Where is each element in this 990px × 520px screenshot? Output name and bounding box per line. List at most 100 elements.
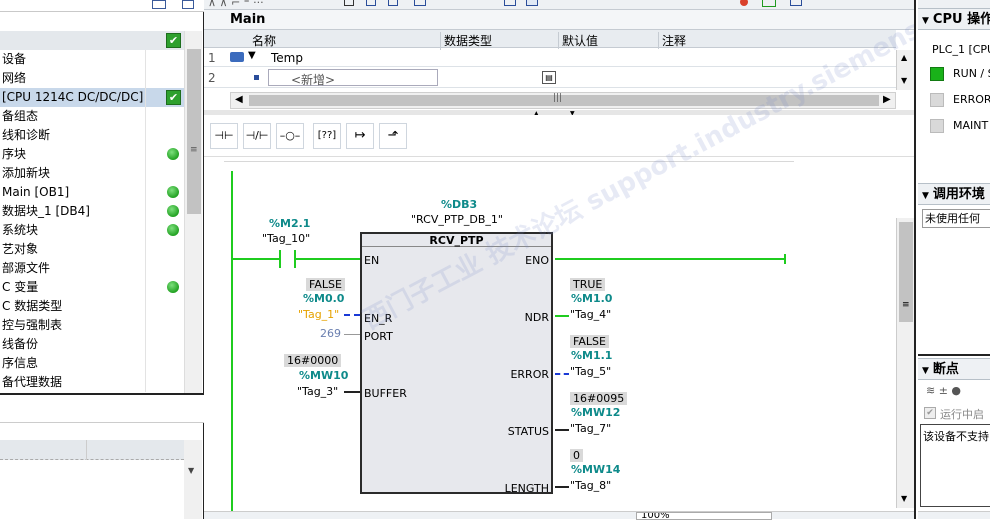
maint-led-icon (930, 119, 944, 133)
tree-status-cell (145, 316, 184, 335)
editor-toolbar: ⊼ ⊼ ⌐ ⁼ ··· (204, 0, 914, 10)
details-view-header (0, 395, 204, 423)
status-ok-icon (167, 205, 179, 217)
scroll-left-icon[interactable]: ◀ (235, 94, 243, 105)
tree-item[interactable]: 系统块 (0, 221, 184, 240)
tree-item[interactable]: 备代理数据 (0, 373, 184, 392)
run-led-icon (930, 67, 944, 81)
toolbar-edit-icon[interactable] (414, 0, 426, 6)
tree-item[interactable]: 部源文件 (0, 259, 184, 278)
interface-hscroll[interactable]: ◀ ||| ▶ (230, 92, 896, 109)
right-top-strip (918, 0, 990, 8)
length-address: %MW14 (571, 463, 621, 476)
toolbar-monitor-icon[interactable] (762, 0, 776, 7)
type-picker-icon[interactable]: ▤ (542, 71, 556, 84)
status-tag[interactable]: "Tag_7" (570, 422, 611, 435)
instance-db-name[interactable]: "RCV_PTP_DB_1" (411, 213, 503, 226)
hscroll-thumb[interactable] (249, 95, 879, 106)
run-check-label: 运行中启 (940, 408, 984, 421)
row-number: 2 (208, 71, 216, 85)
tree-scrollbar-thumb[interactable] (187, 49, 201, 214)
collapse-arrow-icon[interactable]: ▼ (922, 16, 929, 26)
close-branch-icon[interactable]: ⬏ (379, 123, 407, 149)
collapse-arrow-icon[interactable]: ▼ (922, 191, 929, 201)
pin-buffer: BUFFER (364, 387, 407, 400)
tree-status-cell (145, 164, 184, 183)
hscroll-grip-icon: ||| (553, 93, 563, 103)
call-environment-header[interactable]: ▼ 调用环境 (918, 183, 990, 205)
tree-item[interactable]: 线和诊断 (0, 126, 184, 145)
details-scrollbar[interactable]: ▼ (184, 440, 202, 519)
interface-table-header: 名称 数据类型 默认值 注释 (204, 30, 896, 50)
tree-item[interactable]: 控与强制表 (0, 316, 184, 335)
cpu-operator-panel-header[interactable]: ▼ CPU 操作 (918, 8, 990, 30)
canvas-vscroll[interactable]: ≡ ▼ (896, 218, 914, 508)
tree-item[interactable]: 线备份 (0, 335, 184, 354)
toolbar-icons-left[interactable]: ⊼ ⊼ ⌐ ⁼ ··· (208, 0, 264, 9)
tree-item[interactable]: 设备 (0, 50, 184, 69)
tree-item-label: 网络 (2, 71, 27, 85)
expand-arrow-icon[interactable]: ▼ (248, 50, 256, 61)
tree-item[interactable]: 网络 (0, 69, 184, 88)
toolbar-misc-icon[interactable] (790, 0, 802, 6)
tree-item[interactable]: 序块 (0, 145, 184, 164)
status-ok-icon (167, 224, 179, 236)
tree-item-label: C 数据类型 (2, 299, 63, 313)
en-r-tag[interactable]: "Tag_1" (298, 308, 339, 321)
tree-item[interactable]: [CPU 1214C DC/DC/DC] ✔ (0, 88, 184, 107)
scroll-down-icon[interactable]: ▼ (901, 494, 907, 503)
tree-item[interactable]: 序信息 (0, 354, 184, 373)
coil-icon[interactable]: –○– (276, 123, 304, 149)
new-entry-field[interactable]: <新增> (268, 69, 438, 87)
no-contact-icon[interactable]: ⊣⊢ (210, 123, 238, 149)
toolbar-view-icon[interactable] (504, 0, 516, 6)
interface-vscroll[interactable]: ▲ ▼ (896, 50, 914, 90)
interface-title-bar: Main (204, 10, 914, 30)
tree-item[interactable]: 艺对象 (0, 240, 184, 259)
status-ok-icon (167, 148, 179, 160)
tree-item-label: 系统块 (2, 223, 39, 237)
length-tag[interactable]: "Tag_8" (570, 479, 611, 492)
interface-row[interactable]: 2 <新增> ▤ (204, 67, 896, 88)
tree-item[interactable]: 添加新块 (0, 164, 184, 183)
interface-row[interactable]: 1 ▼ Temp (204, 48, 896, 67)
tree-view-icon[interactable] (152, 0, 166, 9)
toolbar-compare-icon[interactable] (526, 0, 538, 6)
pin-en-r: EN_R (364, 312, 393, 325)
collapse-arrow-icon[interactable]: ▼ (922, 366, 929, 376)
tree-item[interactable]: Main [OB1] (0, 183, 184, 202)
contact-tag[interactable]: "Tag_10" (262, 232, 310, 245)
rcv-ptp-box[interactable]: RCV_PTP EN EN_R PORT BUFFER ENO NDR ERRO… (360, 232, 553, 495)
status-address: %MW12 (571, 406, 621, 419)
buffer-tag[interactable]: "Tag_3" (297, 385, 338, 398)
toolbar-network-icon[interactable] (366, 0, 376, 6)
tree-item[interactable]: 备组态 (0, 107, 184, 126)
tree-item[interactable]: 数据块_1 [DB4] (0, 202, 184, 221)
breakpoints-header[interactable]: ▼ 断点 (918, 358, 990, 380)
tree-status-cell (145, 259, 184, 278)
scroll-down-icon[interactable]: ▼ (188, 466, 194, 475)
empty-box-icon[interactable]: [??] (313, 123, 341, 149)
toolbar-block-icon[interactable] (344, 0, 354, 6)
tree-item[interactable]: C 变量 (0, 278, 184, 297)
tree-options-icon[interactable] (182, 0, 194, 9)
tree-status-cell (145, 240, 184, 259)
breakpoints-label: 断点 (932, 362, 959, 377)
open-branch-icon[interactable]: ↦ (346, 123, 374, 149)
tree-scrollbar[interactable]: ≡ (184, 31, 202, 393)
toolbar-insert-icon[interactable] (388, 0, 398, 6)
call-env-select[interactable]: 未使用任何 (922, 209, 990, 228)
scroll-down-icon[interactable]: ▼ (901, 76, 907, 85)
en-r-value: FALSE (306, 278, 345, 291)
error-tag[interactable]: "Tag_5" (570, 365, 611, 378)
new-entry-placeholder: <新增> (291, 73, 336, 87)
scroll-up-icon[interactable]: ▲ (901, 53, 907, 62)
scroll-right-icon[interactable]: ▶ (883, 94, 891, 105)
nc-contact-icon[interactable]: ⊣/⊢ (243, 123, 271, 149)
ndr-tag[interactable]: "Tag_4" (570, 308, 611, 321)
run-checkbox[interactable]: ✔ (924, 407, 936, 419)
tree-item-label: [CPU 1214C DC/DC/DC] (2, 90, 144, 104)
tree-item[interactable]: C 数据类型 (0, 297, 184, 316)
toolbar-color-icon[interactable] (740, 0, 748, 6)
breakpoint-toolbar-icons[interactable]: ≋ ± ● (926, 384, 961, 397)
